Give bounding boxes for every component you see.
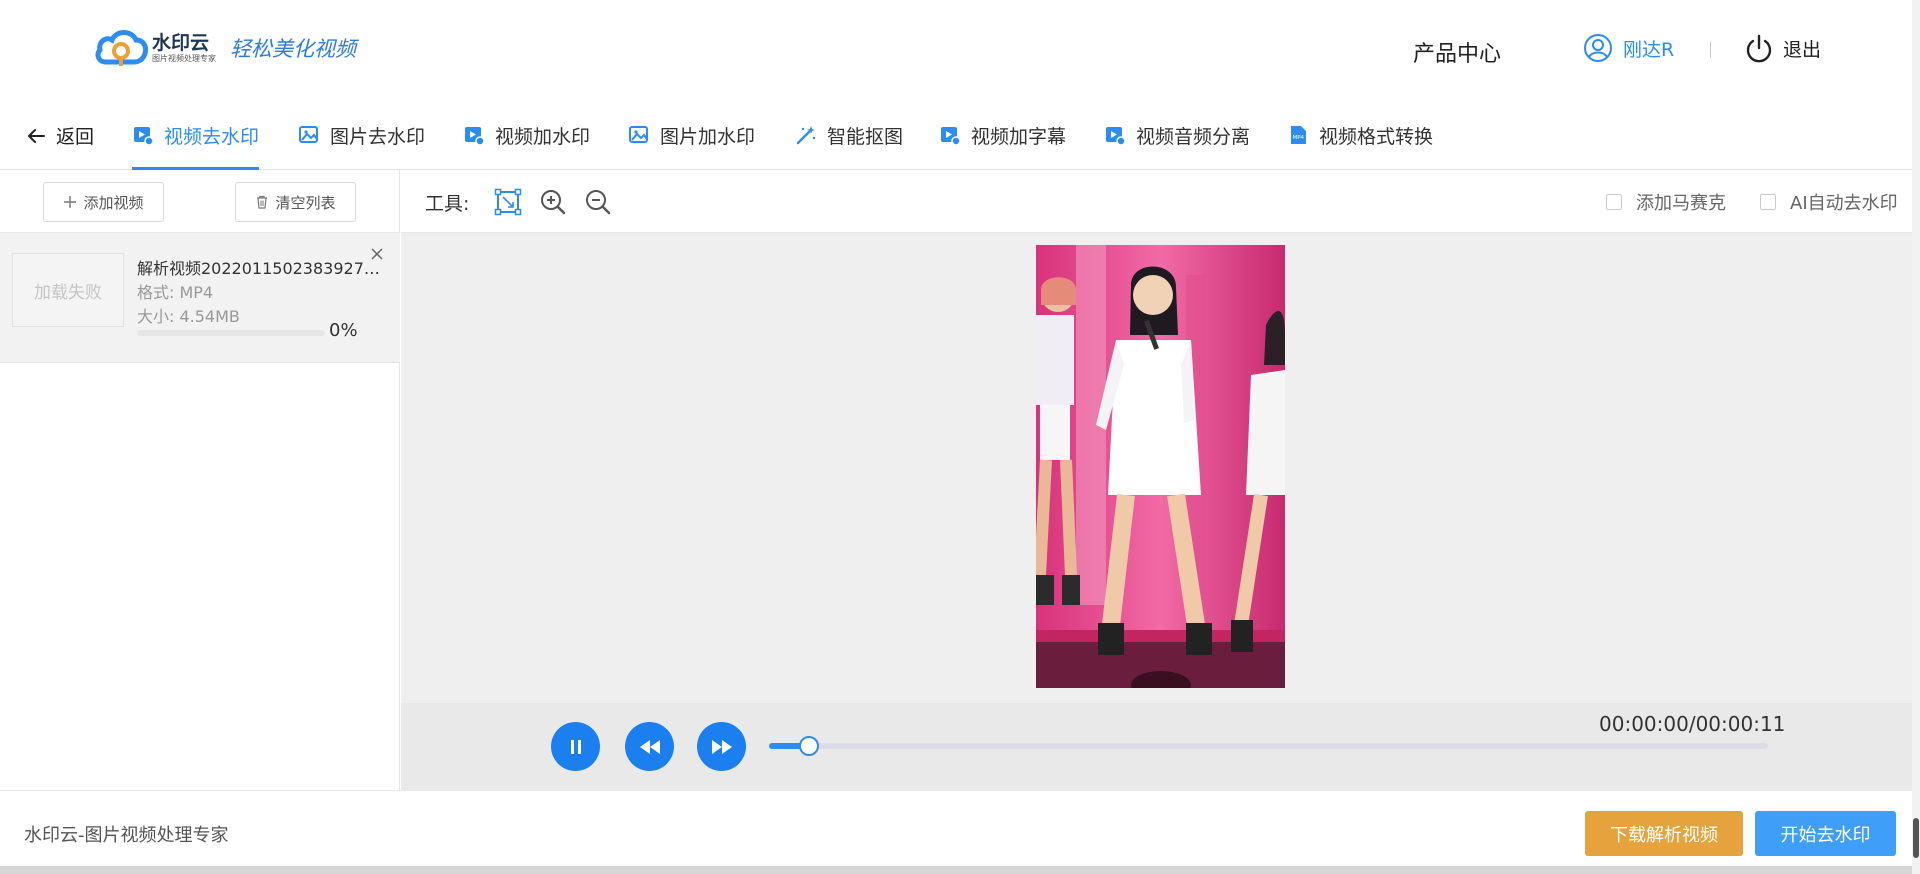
seek-handle[interactable] xyxy=(798,736,819,756)
ai-remove-checkbox[interactable] xyxy=(1760,194,1776,210)
file-progress-bar xyxy=(137,330,325,336)
image-icon xyxy=(629,126,648,143)
tab-label: 视频加水印 xyxy=(495,125,591,148)
logout-button[interactable]: 退出 xyxy=(1745,33,1821,63)
tab-label: 图片加水印 xyxy=(660,125,756,148)
page: 水印云 图片视频处理专家 轻松美化视频 产品中心 刚达R 退出 返回 视频去水印… xyxy=(0,0,1920,874)
mosaic-checkbox[interactable] xyxy=(1606,194,1622,210)
tab-video-add-watermark[interactable]: 视频加水印 xyxy=(463,100,590,170)
seek-bar[interactable] xyxy=(769,743,1768,749)
vertical-scrollbar-thumb[interactable] xyxy=(1913,818,1919,858)
fast-forward-icon xyxy=(711,739,732,754)
cloud-logo-icon xyxy=(95,30,148,66)
file-name: 解析视频20220115023839272... xyxy=(137,259,382,278)
top-header: 水印云 图片视频处理专家 轻松美化视频 产品中心 刚达R 退出 xyxy=(0,0,1912,100)
tab-label: 视频格式转换 xyxy=(1319,125,1434,148)
tab-label: 视频加字幕 xyxy=(971,125,1067,148)
rewind-button[interactable] xyxy=(625,722,674,771)
mosaic-label: 添加马赛克 xyxy=(1636,193,1726,214)
tool-tabs: 返回 视频去水印 图片去水印 视频加水印 图片加水印 智能抠图 视频加字幕 视频… xyxy=(0,100,1912,170)
tab-video-audio-separate[interactable]: 视频音频分离 xyxy=(1104,100,1250,170)
header-divider xyxy=(1710,42,1711,58)
arrow-left-icon xyxy=(28,128,45,143)
logo-subtitle: 图片视频处理专家 xyxy=(152,54,216,63)
mp4-file-icon: MP4 xyxy=(1291,126,1306,144)
product-center-link[interactable]: 产品中心 xyxy=(1413,36,1501,68)
tab-label: 视频去水印 xyxy=(164,125,260,148)
video-icon xyxy=(1106,127,1126,146)
file-size: 大小: 4.54MB xyxy=(137,307,240,326)
file-list-item[interactable]: 加载失败 解析视频20220115023839272... 格式: MP4 大小… xyxy=(0,233,400,363)
tab-video-format-convert[interactable]: MP4 视频格式转换 xyxy=(1287,100,1433,170)
fast-forward-button[interactable] xyxy=(697,722,746,771)
close-icon[interactable] xyxy=(368,245,386,263)
plus-icon xyxy=(64,196,77,208)
pause-icon xyxy=(570,739,581,754)
user-menu[interactable]: 刚达R xyxy=(1583,33,1674,63)
power-icon xyxy=(1746,34,1772,63)
editor-area: 工具: 添加马赛克 AI自动去水印 00:00:00/00:00:11 xyxy=(401,170,1912,790)
back-label: 返回 xyxy=(56,126,95,148)
add-video-button[interactable]: 添加视频 xyxy=(43,182,164,222)
tab-smart-cutout[interactable]: 智能抠图 xyxy=(795,100,903,170)
tab-image-remove-watermark[interactable]: 图片去水印 xyxy=(298,100,425,170)
add-mosaic-option[interactable]: 添加马赛克 xyxy=(1606,189,1726,215)
start-remove-watermark-button[interactable]: 开始去水印 xyxy=(1755,811,1896,856)
pause-button[interactable] xyxy=(551,722,600,771)
logo-name: 水印云 xyxy=(152,32,210,54)
video-frame[interactable] xyxy=(1036,245,1285,688)
add-video-label: 添加视频 xyxy=(83,193,144,212)
slogan: 轻松美化视频 xyxy=(230,37,356,61)
playback-time: 00:00:00/00:00:11 xyxy=(1599,712,1786,736)
tab-image-add-watermark[interactable]: 图片加水印 xyxy=(628,100,755,170)
video-icon xyxy=(941,127,961,146)
file-list-panel: 添加视频 清空列表 加载失败 解析视频20220115023839272... … xyxy=(0,170,400,790)
tab-video-remove-watermark[interactable]: 视频去水印 xyxy=(132,100,260,170)
footer-text: 水印云-图片视频处理专家 xyxy=(24,825,229,846)
user-name: 刚达R xyxy=(1623,38,1675,61)
tab-label: 图片去水印 xyxy=(330,125,426,148)
image-icon xyxy=(299,126,318,143)
rewind-icon xyxy=(639,739,660,754)
magic-wand-icon xyxy=(796,126,816,145)
tab-video-add-subtitle[interactable]: 视频加字幕 xyxy=(939,100,1066,170)
ai-remove-option[interactable]: AI自动去水印 xyxy=(1760,189,1898,215)
logo[interactable]: 水印云 图片视频处理专家 轻松美化视频 xyxy=(94,28,356,68)
video-icon xyxy=(134,127,154,146)
video-preview-area xyxy=(401,233,1912,703)
file-progress-text: 0% xyxy=(329,320,358,341)
clear-list-label: 清空列表 xyxy=(275,193,336,212)
clear-list-button[interactable]: 清空列表 xyxy=(235,182,356,222)
back-button[interactable]: 返回 xyxy=(26,122,94,149)
tab-label: 视频音频分离 xyxy=(1136,125,1251,148)
file-list-toolbar: 添加视频 清空列表 xyxy=(0,170,400,233)
editor-toolbar: 工具: 添加马赛克 AI自动去水印 xyxy=(401,170,1912,233)
video-icon xyxy=(465,127,485,146)
select-region-icon[interactable] xyxy=(494,188,522,216)
player-controls: 00:00:00/00:00:11 xyxy=(401,703,1912,790)
horizontal-scrollbar[interactable] xyxy=(0,866,1912,874)
file-thumbnail: 加载失败 xyxy=(12,253,124,327)
video-frame-image xyxy=(1036,245,1285,688)
user-avatar-icon xyxy=(1584,34,1612,62)
tab-label: 智能抠图 xyxy=(827,125,904,148)
tools-label: 工具: xyxy=(425,193,470,215)
ai-remove-label: AI自动去水印 xyxy=(1790,193,1898,214)
footer-bar: 水印云-图片视频处理专家 下载解析视频 开始去水印 xyxy=(0,790,1912,866)
file-format: 格式: MP4 xyxy=(137,283,214,302)
logout-label: 退出 xyxy=(1783,38,1822,61)
svg-text:MP4: MP4 xyxy=(1293,135,1305,141)
trash-icon xyxy=(257,195,268,209)
vertical-scrollbar[interactable] xyxy=(1912,0,1920,874)
zoom-in-icon[interactable] xyxy=(539,188,567,216)
thumbnail-error-text: 加载失败 xyxy=(34,282,102,303)
download-parsed-video-button[interactable]: 下载解析视频 xyxy=(1585,811,1743,856)
zoom-out-icon[interactable] xyxy=(584,188,612,216)
